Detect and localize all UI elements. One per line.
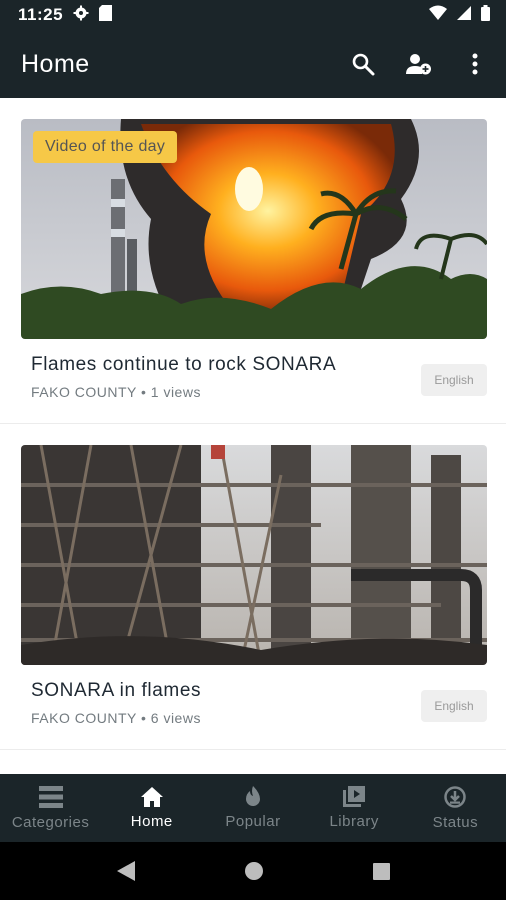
nav-item-status[interactable]: Status xyxy=(405,785,505,831)
video-thumbnail[interactable] xyxy=(21,445,487,665)
back-icon[interactable] xyxy=(116,861,135,881)
nav-item-home[interactable]: Home xyxy=(102,786,202,830)
account-button[interactable] xyxy=(406,51,432,77)
account-add-icon xyxy=(406,54,431,75)
nav-item-popular[interactable]: Popular xyxy=(203,786,303,830)
video-card[interactable]: Video of the day Flames continue to rock… xyxy=(0,98,506,424)
signal-icon xyxy=(457,5,471,25)
home-circle-icon[interactable] xyxy=(244,862,263,880)
app-bar: Home xyxy=(0,30,506,98)
status-bar: 11:25 xyxy=(0,0,506,30)
nav-item-library[interactable]: Library xyxy=(304,786,404,830)
video-title[interactable]: Flames continue to rock SONARA xyxy=(31,354,336,376)
flame-icon xyxy=(245,786,260,806)
download-status-icon xyxy=(444,785,467,808)
video-thumbnail[interactable]: Video of the day xyxy=(21,119,487,339)
status-time: 11:25 xyxy=(18,5,64,24)
wifi-icon xyxy=(429,5,447,25)
nav-item-categories[interactable]: Categories xyxy=(1,785,101,831)
video-meta: FAKO COUNTY • 6 views xyxy=(31,710,201,726)
settings-gear-icon xyxy=(73,5,89,26)
video-card[interactable]: SONARA in flames FAKO COUNTY • 6 views E… xyxy=(0,424,506,750)
overflow-menu-button[interactable] xyxy=(462,51,488,77)
more-vert-icon xyxy=(472,53,478,75)
video-feed[interactable]: Video of the day Flames continue to rock… xyxy=(0,98,506,774)
burnt-refinery-thumbnail-image xyxy=(21,445,487,665)
video-of-the-day-badge: Video of the day xyxy=(33,131,178,163)
recents-icon[interactable] xyxy=(372,862,390,880)
library-icon xyxy=(343,786,366,807)
language-chip: English xyxy=(421,364,487,396)
nav-label: Popular xyxy=(225,813,281,830)
nav-label: Status xyxy=(432,813,479,831)
battery-icon xyxy=(481,4,490,26)
home-icon xyxy=(140,786,163,807)
nav-label: Home xyxy=(130,812,173,830)
sd-card-icon xyxy=(99,4,113,26)
language-chip: English xyxy=(421,690,487,722)
nav-label: Categories xyxy=(11,813,90,831)
search-icon xyxy=(352,53,375,76)
categories-icon xyxy=(38,785,63,808)
search-button[interactable] xyxy=(350,51,376,77)
system-navigation-bar xyxy=(0,842,506,900)
page-title: Home xyxy=(21,49,90,78)
nav-label: Library xyxy=(329,813,379,830)
video-meta: FAKO COUNTY • 1 views xyxy=(31,384,201,400)
video-title[interactable]: SONARA in flames xyxy=(31,680,201,702)
bottom-navigation: Categories Home Popular Library Status xyxy=(0,774,506,842)
